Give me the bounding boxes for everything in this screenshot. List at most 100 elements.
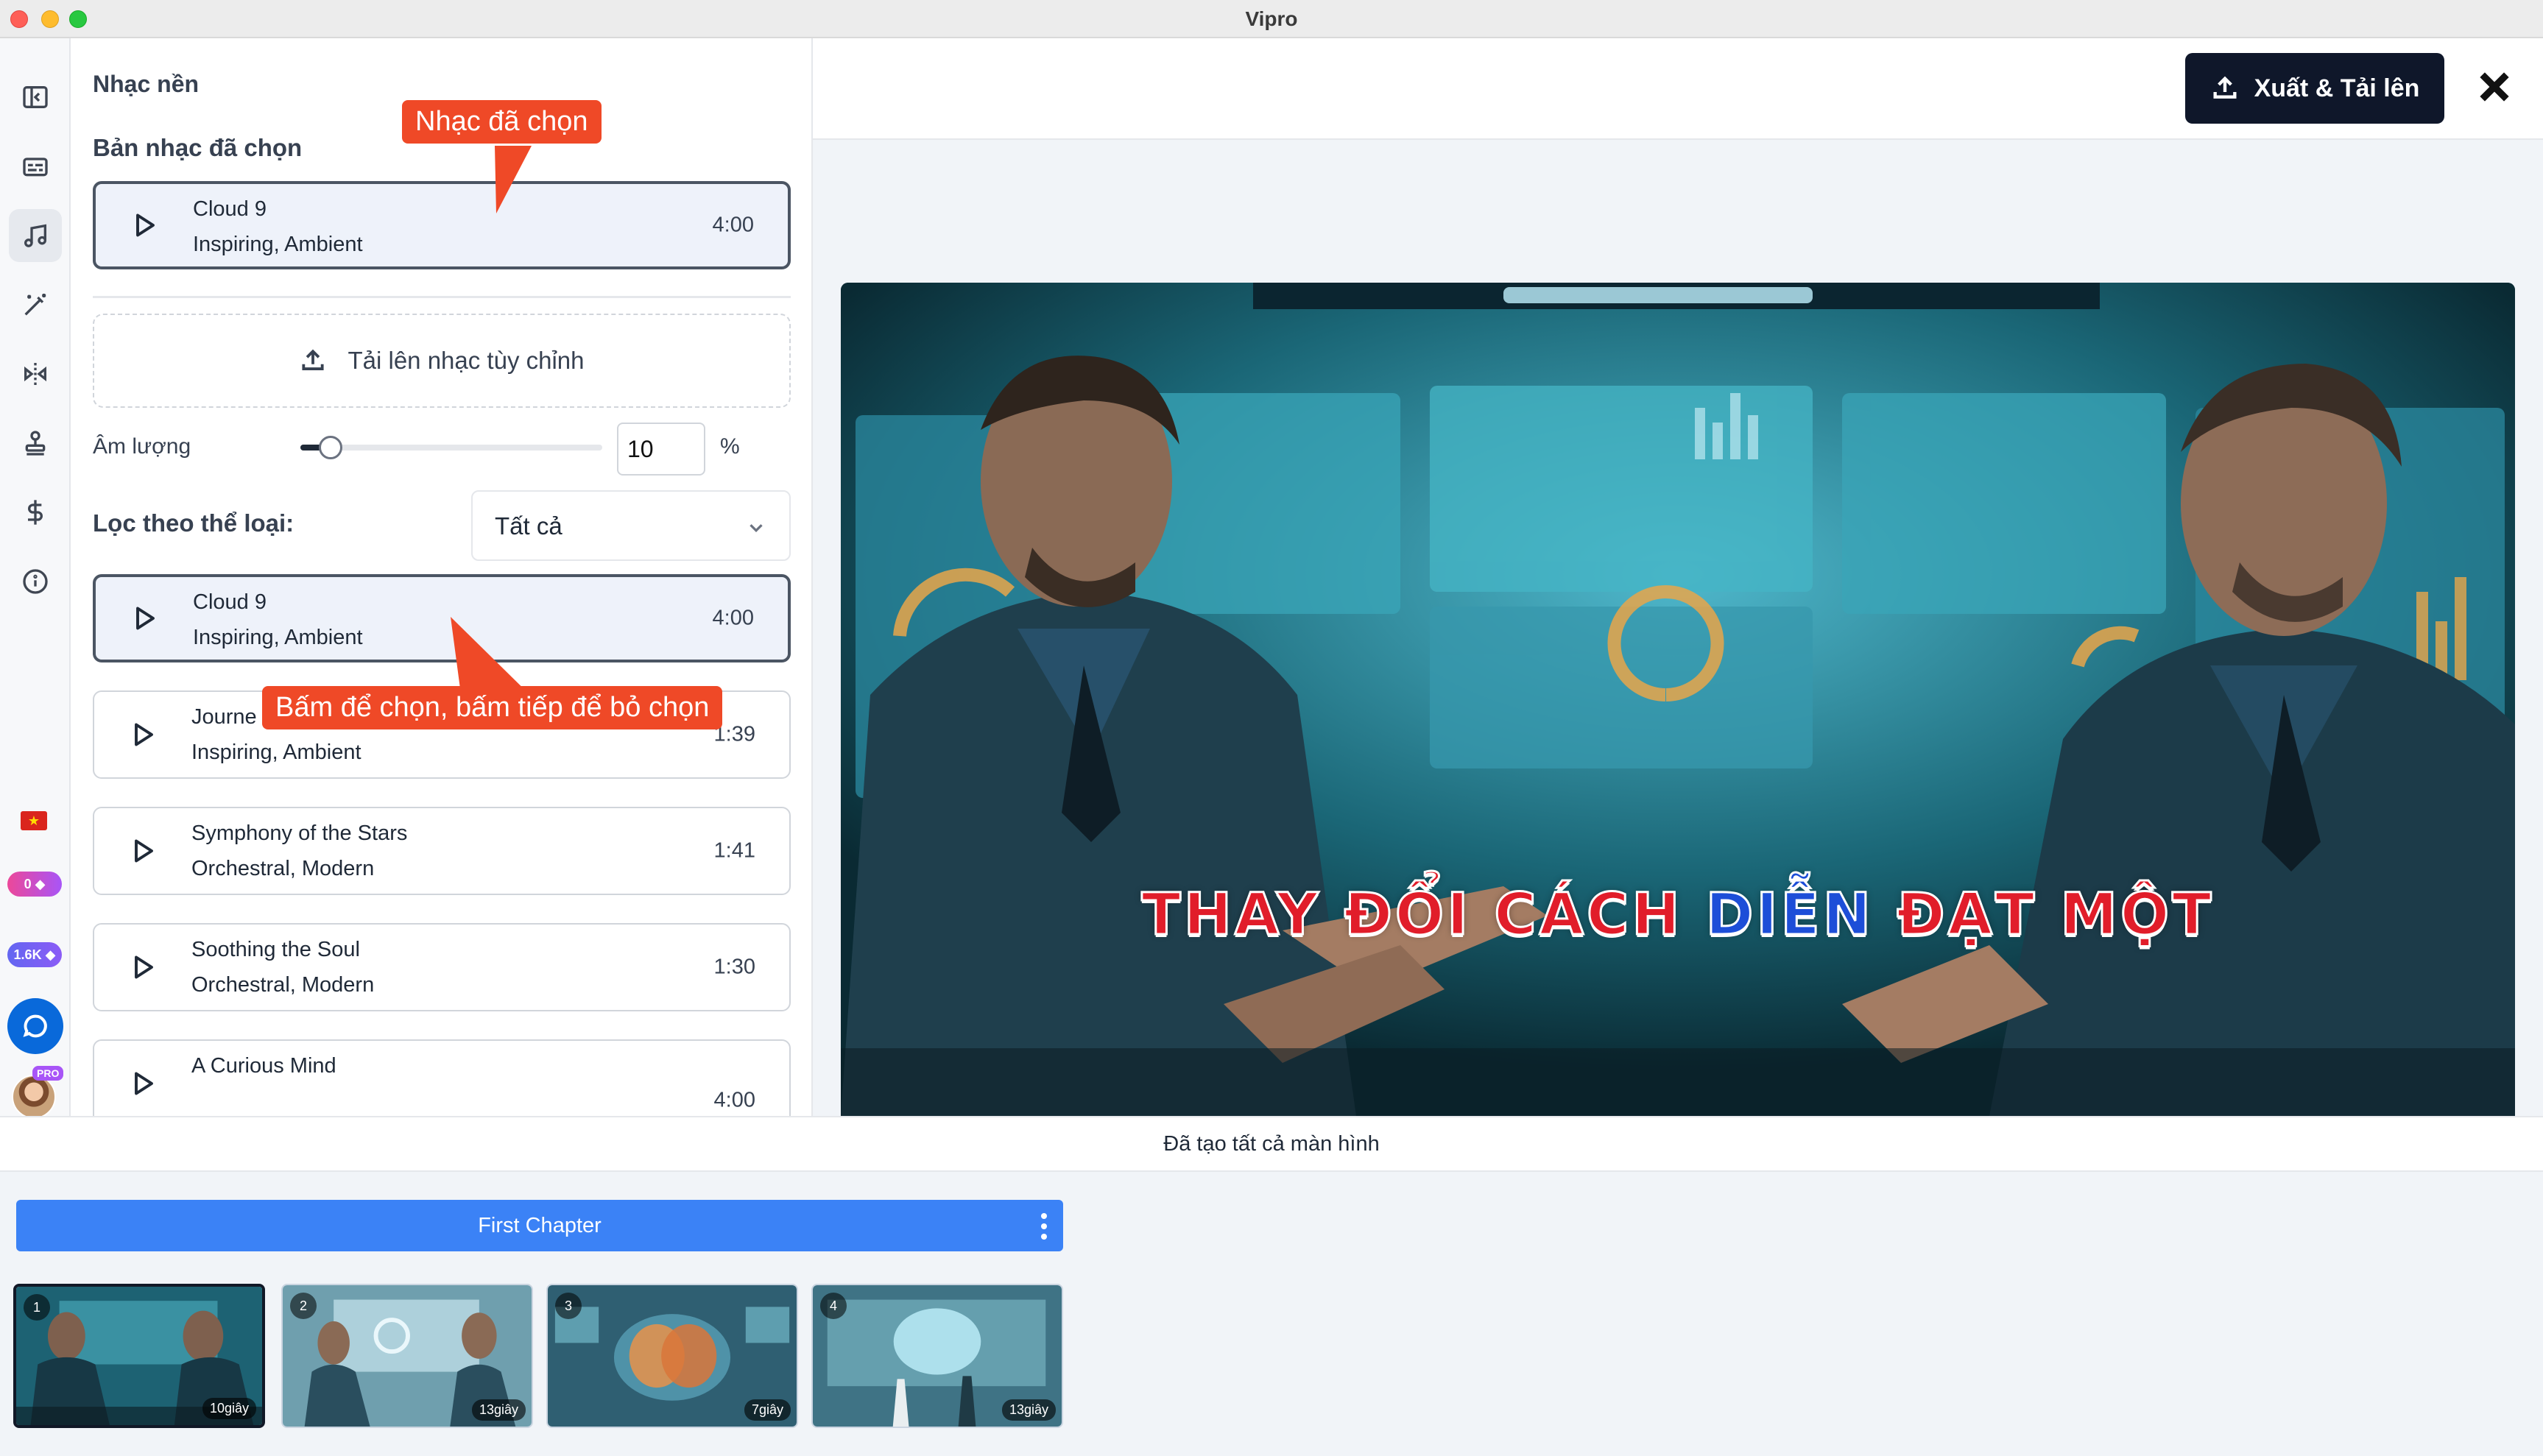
scene-thumbnail[interactable]: 4 13giây <box>811 1284 1063 1428</box>
caption-word: MỘT <box>2059 881 2215 950</box>
track-tags: Inspiring, Ambient <box>191 741 361 764</box>
scene-thumbnail[interactable]: 3 7giây <box>546 1284 798 1428</box>
dollar-icon[interactable] <box>9 486 62 539</box>
track-duration: 1:30 <box>713 955 755 979</box>
scene-number: 1 <box>24 1294 50 1321</box>
track-duration: 4:00 <box>713 1088 755 1112</box>
volume-input[interactable] <box>617 423 705 476</box>
volume-slider-thumb[interactable] <box>319 436 342 459</box>
gem-icon: ◆ <box>45 947 56 962</box>
track-item[interactable]: A Curious Mind 4:00 <box>93 1039 791 1116</box>
pro-badge: PRO <box>32 1066 64 1081</box>
subtitles-icon[interactable] <box>9 140 62 193</box>
upload-icon <box>2213 76 2237 99</box>
panel-title: Nhạc nền <box>93 71 200 97</box>
music-icon[interactable] <box>9 209 62 262</box>
chapter-label: First Chapter <box>478 1213 602 1237</box>
track-list[interactable]: Cloud 9 Inspiring, Ambient 4:00 Journe I… <box>72 568 811 1116</box>
upload-icon <box>302 349 325 370</box>
divider <box>93 296 791 298</box>
balance-value: 1.6K <box>13 947 42 962</box>
caption-word-highlight: DIỄN <box>1704 881 1874 950</box>
chevron-down-icon <box>750 524 763 533</box>
track-tags: Orchestral, Modern <box>191 857 375 880</box>
selected-track-card[interactable]: Cloud 9 Inspiring, Ambient 4:00 <box>93 181 791 269</box>
timeline: First Chapter 1 10giây 2 13giây 3 7giây … <box>0 1172 2543 1456</box>
video-preview[interactable]: THAY ĐỔI CÁCH DIỄN ĐẠT MỘT <box>841 283 2515 1116</box>
user-avatar[interactable] <box>12 1075 56 1119</box>
credits-badge[interactable]: 0 ◆ <box>7 872 62 897</box>
genre-filter-select[interactable]: Tất cả <box>471 490 791 561</box>
track-item[interactable]: Soothing the Soul Orchestral, Modern 1:3… <box>93 923 791 1011</box>
credits-value: 0 <box>24 876 32 891</box>
close-button[interactable] <box>2474 66 2515 107</box>
window-title: Vipro <box>1245 7 1298 30</box>
info-icon[interactable] <box>9 555 62 608</box>
title-bar: Vipro <box>0 0 2543 38</box>
video-caption: THAY ĐỔI CÁCH DIỄN ĐẠT MỘT <box>841 881 2515 950</box>
scene-duration: 13giây <box>1001 1399 1056 1421</box>
track-item[interactable]: Symphony of the Stars Orchestral, Modern… <box>93 807 791 895</box>
app-window: Vipro ★ 0 ◆ 1.6K ◆ PRO Nhạc nền Bản nhạc… <box>0 0 2543 1456</box>
chat-button[interactable] <box>7 998 63 1054</box>
track-name: Journe <box>191 705 257 729</box>
play-icon[interactable] <box>131 605 158 632</box>
track-item[interactable]: Cloud 9 Inspiring, Ambient 4:00 <box>93 574 791 662</box>
track-tags: Inspiring, Ambient <box>193 626 363 649</box>
scene-number: 3 <box>555 1293 582 1319</box>
scene-duration: 7giây <box>744 1399 791 1421</box>
background-music-panel: Nhạc nền Bản nhạc đã chọn Cloud 9 Inspir… <box>72 38 813 1116</box>
volume-slider[interactable] <box>300 436 602 459</box>
caption-word: THAY <box>1140 881 1322 950</box>
track-tags: Orchestral, Modern <box>191 973 375 997</box>
chapter-bar[interactable]: First Chapter <box>16 1200 1063 1251</box>
track-duration: 1:41 <box>713 838 755 863</box>
stamp-icon[interactable] <box>9 417 62 470</box>
transition-icon[interactable] <box>9 347 62 400</box>
play-icon[interactable] <box>131 212 158 238</box>
panel-toggle-icon[interactable] <box>9 71 62 124</box>
language-flag-icon[interactable]: ★ <box>21 811 47 830</box>
genre-filter-label: Lọc theo thể loại: <box>93 509 294 537</box>
play-icon[interactable] <box>130 838 156 864</box>
track-duration: 4:00 <box>712 606 754 630</box>
chat-icon <box>23 1014 47 1038</box>
track-name: Cloud 9 <box>193 590 267 614</box>
upload-label: Tải lên nhạc tùy chỉnh <box>348 347 585 374</box>
gem-icon: ◆ <box>35 876 46 891</box>
scene-image <box>841 283 2515 1116</box>
caption-word: ĐẠT <box>1896 881 2038 950</box>
balance-badge[interactable]: 1.6K ◆ <box>7 942 62 967</box>
caption-word: CÁCH <box>1493 881 1683 950</box>
play-icon[interactable] <box>130 954 156 980</box>
status-bar: Đã tạo tất cả màn hình <box>0 1116 2543 1172</box>
track-name: Symphony of the Stars <box>191 821 408 845</box>
caption-word: ĐỔI <box>1343 881 1472 950</box>
track-name: Cloud 9 <box>193 197 267 221</box>
play-icon[interactable] <box>130 1070 156 1097</box>
track-name: A Curious Mind <box>191 1054 336 1078</box>
upload-custom-music-button[interactable]: Tải lên nhạc tùy chỉnh <box>93 314 791 408</box>
close-icon <box>2480 72 2509 102</box>
volume-label: Âm lượng <box>93 434 191 459</box>
scene-duration: 10giây <box>202 1398 256 1419</box>
genre-filter-value: Tất cả <box>495 512 562 540</box>
scene-thumbnail[interactable]: 2 13giây <box>281 1284 533 1428</box>
scene-number: 4 <box>820 1293 847 1319</box>
selected-track-heading: Bản nhạc đã chọn <box>93 134 303 161</box>
track-duration: 4:00 <box>712 213 754 237</box>
icon-rail: ★ 0 ◆ 1.6K ◆ PRO <box>0 38 71 1119</box>
scene-thumbnail[interactable]: 1 10giây <box>13 1284 265 1428</box>
play-icon[interactable] <box>130 721 156 748</box>
export-label: Xuất & Tải lên <box>2254 74 2420 102</box>
selected-music-callout: Nhạc đã chọn <box>402 100 602 144</box>
export-upload-button[interactable]: Xuất & Tải lên <box>2185 53 2444 124</box>
scene-duration: 13giây <box>471 1399 526 1421</box>
scene-number: 2 <box>290 1293 317 1319</box>
more-vertical-icon[interactable] <box>1040 1212 1048 1241</box>
track-tags: Inspiring, Ambient <box>193 233 363 256</box>
volume-unit: % <box>720 434 740 459</box>
magic-wand-icon[interactable] <box>9 278 62 331</box>
click-hint-callout: Bấm để chọn, bấm tiếp để bỏ chọn <box>262 686 723 729</box>
track-name: Soothing the Soul <box>191 938 360 961</box>
